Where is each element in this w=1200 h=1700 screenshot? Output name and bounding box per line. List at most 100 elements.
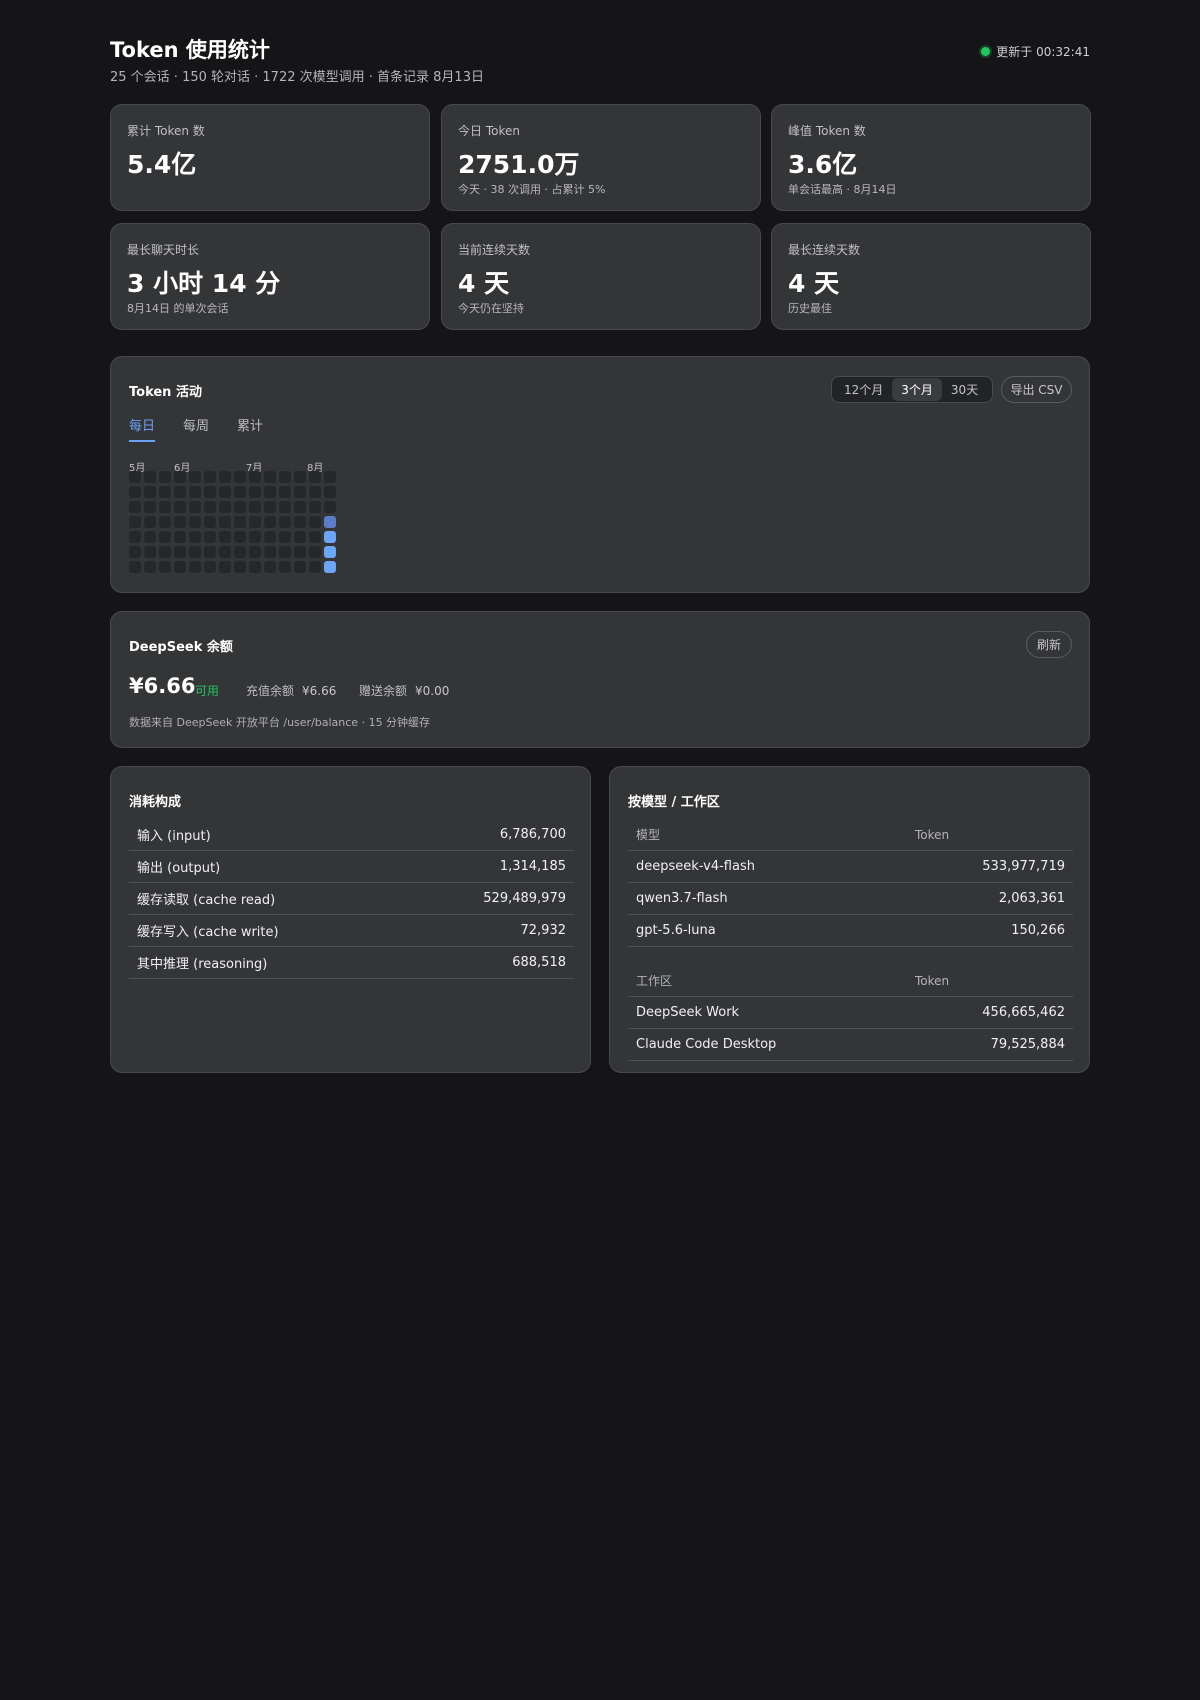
heatmap-cell[interactable] — [309, 561, 321, 573]
heatmap-cell[interactable] — [234, 561, 246, 573]
heatmap-cell[interactable] — [279, 546, 291, 558]
heatmap-cell[interactable] — [159, 531, 171, 543]
heatmap-cell[interactable] — [159, 561, 171, 573]
heatmap-cell[interactable] — [129, 501, 141, 513]
heatmap-cell[interactable] — [159, 471, 171, 483]
range-12-months[interactable]: 12个月 — [835, 378, 892, 401]
heatmap-cell[interactable] — [159, 546, 171, 558]
heatmap-cell[interactable] — [174, 486, 186, 498]
heatmap-cell[interactable] — [294, 546, 306, 558]
heatmap-cell[interactable] — [204, 486, 216, 498]
heatmap-cell[interactable] — [189, 501, 201, 513]
heatmap-cell[interactable] — [264, 561, 276, 573]
tab-weekly[interactable]: 每周 — [183, 415, 209, 442]
heatmap-cell[interactable] — [174, 561, 186, 573]
heatmap-cell[interactable] — [234, 501, 246, 513]
heatmap-cell[interactable] — [204, 501, 216, 513]
heatmap-cell[interactable] — [264, 471, 276, 483]
heatmap-cell[interactable] — [234, 531, 246, 543]
heatmap-cell[interactable] — [324, 501, 336, 513]
heatmap-cell[interactable] — [144, 531, 156, 543]
heatmap-cell[interactable] — [264, 501, 276, 513]
heatmap-cell[interactable] — [309, 516, 321, 528]
heatmap-cell[interactable] — [324, 486, 336, 498]
heatmap-cell[interactable] — [234, 546, 246, 558]
heatmap-cell[interactable] — [174, 471, 186, 483]
heatmap-cell[interactable] — [129, 471, 141, 483]
heatmap-cell[interactable] — [279, 561, 291, 573]
heatmap-cell[interactable] — [309, 501, 321, 513]
heatmap-cell[interactable] — [279, 516, 291, 528]
heatmap-cell[interactable] — [204, 471, 216, 483]
heatmap-cell[interactable] — [249, 546, 261, 558]
heatmap-cell[interactable] — [234, 486, 246, 498]
heatmap-cell[interactable] — [234, 471, 246, 483]
heatmap-cell[interactable] — [189, 561, 201, 573]
heatmap-cell[interactable] — [294, 516, 306, 528]
heatmap-cell[interactable] — [204, 546, 216, 558]
heatmap-cell[interactable] — [294, 531, 306, 543]
heatmap-cell[interactable] — [129, 546, 141, 558]
heatmap-cell[interactable] — [204, 561, 216, 573]
heatmap-cell[interactable] — [264, 516, 276, 528]
heatmap-cell[interactable] — [294, 561, 306, 573]
heatmap-cell[interactable] — [294, 486, 306, 498]
heatmap-cell[interactable] — [189, 486, 201, 498]
heatmap-cell[interactable] — [249, 501, 261, 513]
heatmap-cell[interactable] — [249, 531, 261, 543]
heatmap-cell[interactable] — [234, 516, 246, 528]
heatmap-cell[interactable] — [219, 516, 231, 528]
heatmap-cell[interactable] — [264, 486, 276, 498]
heatmap-cell[interactable] — [249, 471, 261, 483]
heatmap-cell[interactable] — [174, 531, 186, 543]
heatmap-cell[interactable] — [324, 471, 336, 483]
heatmap-cell[interactable] — [159, 486, 171, 498]
heatmap-cell[interactable] — [189, 546, 201, 558]
heatmap-cell[interactable] — [279, 471, 291, 483]
heatmap-cell[interactable] — [204, 531, 216, 543]
tab-daily[interactable]: 每日 — [129, 415, 156, 442]
heatmap-cell[interactable] — [219, 501, 231, 513]
heatmap-cell[interactable] — [189, 531, 201, 543]
heatmap-cell[interactable] — [159, 501, 171, 513]
heatmap-cell[interactable] — [144, 471, 156, 483]
heatmap-cell[interactable] — [309, 486, 321, 498]
heatmap-cell[interactable] — [219, 546, 231, 558]
heatmap-cell[interactable] — [249, 516, 261, 528]
heatmap-cell[interactable] — [249, 561, 261, 573]
heatmap-cell[interactable] — [309, 546, 321, 558]
heatmap-cell[interactable] — [309, 531, 321, 543]
heatmap-cell[interactable] — [324, 531, 336, 543]
heatmap-cell[interactable] — [144, 486, 156, 498]
heatmap-cell[interactable] — [129, 516, 141, 528]
heatmap-cell[interactable] — [219, 561, 231, 573]
heatmap-cell[interactable] — [129, 561, 141, 573]
export-csv-button[interactable]: 导出 CSV — [1001, 376, 1072, 403]
heatmap-cell[interactable] — [174, 546, 186, 558]
heatmap-cell[interactable] — [174, 516, 186, 528]
heatmap-cell[interactable] — [324, 546, 336, 558]
heatmap-cell[interactable] — [324, 516, 336, 528]
refresh-button[interactable]: 刷新 — [1026, 631, 1072, 658]
heatmap-cell[interactable] — [129, 531, 141, 543]
heatmap-cell[interactable] — [144, 516, 156, 528]
heatmap-cell[interactable] — [264, 531, 276, 543]
heatmap-cell[interactable] — [204, 516, 216, 528]
heatmap-cell[interactable] — [144, 546, 156, 558]
tab-cumulative[interactable]: 累计 — [237, 415, 263, 442]
heatmap-cell[interactable] — [189, 516, 201, 528]
heatmap-cell[interactable] — [279, 501, 291, 513]
heatmap-cell[interactable] — [294, 501, 306, 513]
heatmap-cell[interactable] — [219, 486, 231, 498]
range-3-months[interactable]: 3个月 — [892, 378, 942, 401]
heatmap-cell[interactable] — [219, 531, 231, 543]
range-30-days[interactable]: 30天 — [942, 378, 987, 401]
heatmap-cell[interactable] — [294, 471, 306, 483]
heatmap-cell[interactable] — [279, 531, 291, 543]
heatmap-cell[interactable] — [159, 516, 171, 528]
heatmap-cell[interactable] — [129, 486, 141, 498]
heatmap-cell[interactable] — [174, 501, 186, 513]
heatmap-cell[interactable] — [189, 471, 201, 483]
heatmap-cell[interactable] — [219, 471, 231, 483]
heatmap-cell[interactable] — [264, 546, 276, 558]
